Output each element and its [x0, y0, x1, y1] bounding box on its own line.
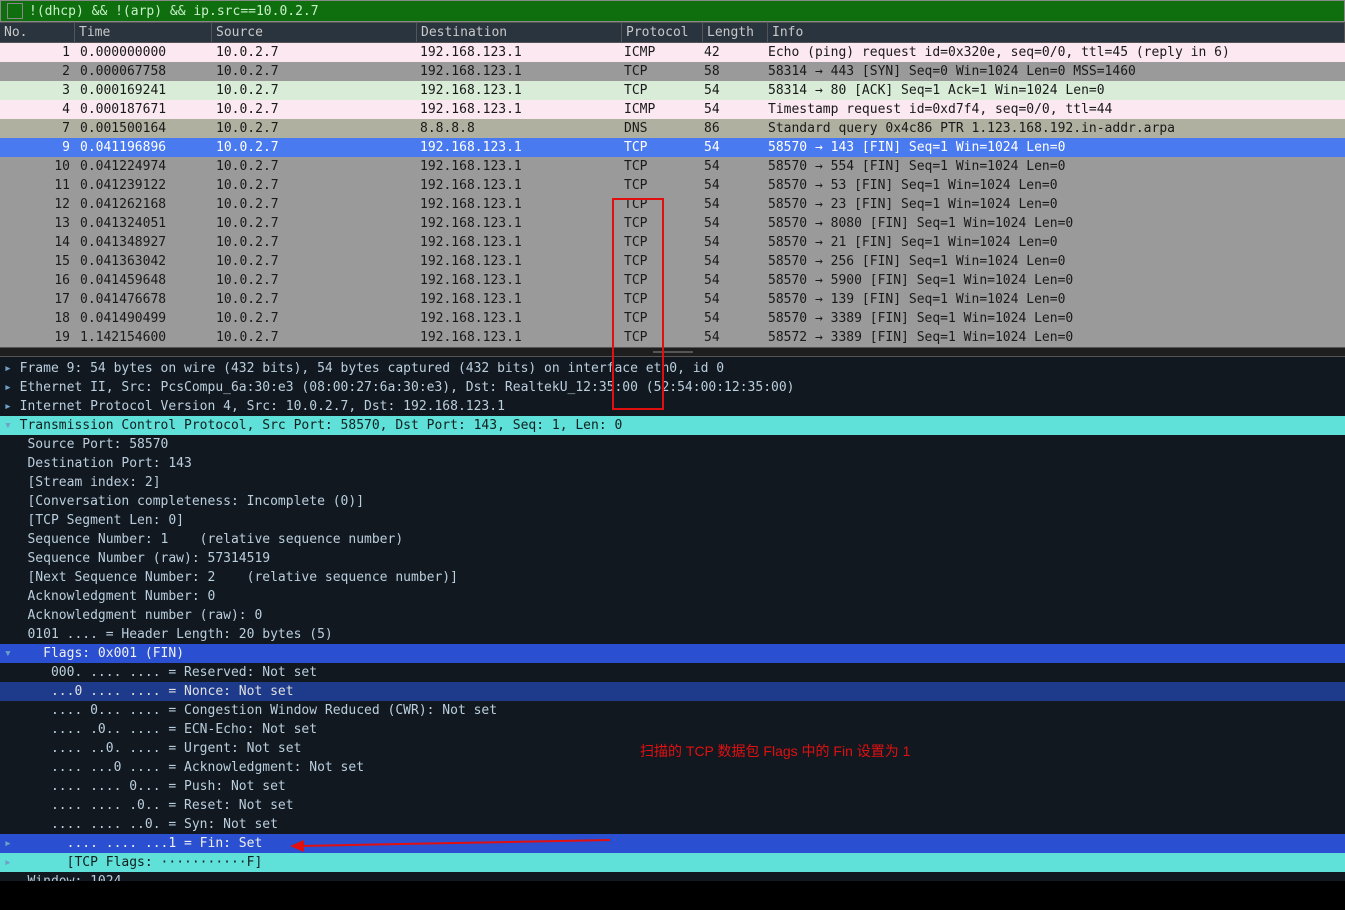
packet-row[interactable]: 160.04145964810.0.2.7192.168.123.1TCP545… — [0, 271, 1345, 290]
packet-row[interactable]: 170.04147667810.0.2.7192.168.123.1TCP545… — [0, 290, 1345, 309]
packet-list-header: No. Time Source Destination Protocol Len… — [0, 22, 1345, 43]
col-header-no[interactable]: No. — [0, 23, 75, 42]
tcp-stream[interactable]: [Stream index: 2] — [0, 473, 1345, 492]
display-filter-input[interactable]: !(dhcp) && !(arp) && ip.src==10.0.2.7 — [29, 4, 319, 19]
packet-row[interactable]: 130.04132405110.0.2.7192.168.123.1TCP545… — [0, 214, 1345, 233]
packet-row[interactable]: 120.04126216810.0.2.7192.168.123.1TCP545… — [0, 195, 1345, 214]
display-filter-bar[interactable]: !(dhcp) && !(arp) && ip.src==10.0.2.7 — [0, 0, 1345, 22]
flag-fin[interactable]: .... .... ...1 = Fin: Set — [0, 834, 1345, 853]
packet-row[interactable]: 140.04134892710.0.2.7192.168.123.1TCP545… — [0, 233, 1345, 252]
tcp-srcport[interactable]: Source Port: 58570 — [0, 435, 1345, 454]
tree-tcp[interactable]: Transmission Control Protocol, Src Port:… — [0, 416, 1345, 435]
flag-ecn[interactable]: .... .0.. .... = ECN-Echo: Not set — [0, 720, 1345, 739]
tcp-dstport[interactable]: Destination Port: 143 — [0, 454, 1345, 473]
col-header-destination[interactable]: Destination — [417, 23, 622, 42]
col-header-protocol[interactable]: Protocol — [622, 23, 703, 42]
tree-ethernet[interactable]: Ethernet II, Src: PcsCompu_6a:30:e3 (08:… — [0, 378, 1345, 397]
col-header-source[interactable]: Source — [212, 23, 417, 42]
tcp-flags[interactable]: Flags: 0x001 (FIN) — [0, 644, 1345, 663]
packet-row[interactable]: 110.04123912210.0.2.7192.168.123.1TCP545… — [0, 176, 1345, 195]
tcp-conv[interactable]: [Conversation completeness: Incomplete (… — [0, 492, 1345, 511]
tcp-ackraw[interactable]: Acknowledgment number (raw): 0 — [0, 606, 1345, 625]
packet-row[interactable]: 40.00018767110.0.2.7192.168.123.1ICMP54T… — [0, 100, 1345, 119]
annotation-arrow — [290, 832, 620, 852]
col-header-length[interactable]: Length — [703, 23, 768, 42]
tcp-seqraw[interactable]: Sequence Number (raw): 57314519 — [0, 549, 1345, 568]
packet-row[interactable]: 150.04136304210.0.2.7192.168.123.1TCP545… — [0, 252, 1345, 271]
flag-reserved[interactable]: 000. .... .... = Reserved: Not set — [0, 663, 1345, 682]
flag-cwr[interactable]: .... 0... .... = Congestion Window Reduc… — [0, 701, 1345, 720]
col-header-info[interactable]: Info — [768, 23, 1345, 42]
packet-row[interactable]: 10.00000000010.0.2.7192.168.123.1ICMP42E… — [0, 43, 1345, 62]
tcp-window[interactable]: Window: 1024 — [0, 872, 1345, 881]
tcp-acknum[interactable]: Acknowledgment Number: 0 — [0, 587, 1345, 606]
tcp-seqnum[interactable]: Sequence Number: 1 (relative sequence nu… — [0, 530, 1345, 549]
flag-nonce[interactable]: ...0 .... .... = Nonce: Not set — [0, 682, 1345, 701]
annotation-text: 扫描的 TCP 数据包 Flags 中的 Fin 设置为 1 — [640, 741, 910, 761]
packet-row[interactable]: 70.00150016410.0.2.78.8.8.8DNS86Standard… — [0, 119, 1345, 138]
tree-frame[interactable]: Frame 9: 54 bytes on wire (432 bits), 54… — [0, 359, 1345, 378]
packet-row[interactable]: 100.04122497410.0.2.7192.168.123.1TCP545… — [0, 157, 1345, 176]
tcp-nextseq[interactable]: [Next Sequence Number: 2 (relative seque… — [0, 568, 1345, 587]
packet-row[interactable]: 191.14215460010.0.2.7192.168.123.1TCP545… — [0, 328, 1345, 347]
col-header-time[interactable]: Time — [75, 23, 212, 42]
tcp-seglen[interactable]: [TCP Segment Len: 0] — [0, 511, 1345, 530]
packet-row[interactable]: 180.04149049910.0.2.7192.168.123.1TCP545… — [0, 309, 1345, 328]
packet-list[interactable]: 10.00000000010.0.2.7192.168.123.1ICMP42E… — [0, 43, 1345, 347]
tcp-flags-str[interactable]: [TCP Flags: ···········F] — [0, 853, 1345, 872]
tree-ip[interactable]: Internet Protocol Version 4, Src: 10.0.2… — [0, 397, 1345, 416]
pane-splitter[interactable] — [0, 347, 1345, 357]
packet-details-pane[interactable]: Frame 9: 54 bytes on wire (432 bits), 54… — [0, 357, 1345, 881]
flag-psh[interactable]: .... .... 0... = Push: Not set — [0, 777, 1345, 796]
packet-row[interactable]: 90.04119689610.0.2.7192.168.123.1TCP5458… — [0, 138, 1345, 157]
flag-syn[interactable]: .... .... ..0. = Syn: Not set — [0, 815, 1345, 834]
filter-bookmark-icon[interactable] — [7, 3, 23, 19]
tcp-hdrlen[interactable]: 0101 .... = Header Length: 20 bytes (5) — [0, 625, 1345, 644]
packet-row[interactable]: 30.00016924110.0.2.7192.168.123.1TCP5458… — [0, 81, 1345, 100]
flag-rst[interactable]: .... .... .0.. = Reset: Not set — [0, 796, 1345, 815]
packet-row[interactable]: 20.00006775810.0.2.7192.168.123.1TCP5858… — [0, 62, 1345, 81]
